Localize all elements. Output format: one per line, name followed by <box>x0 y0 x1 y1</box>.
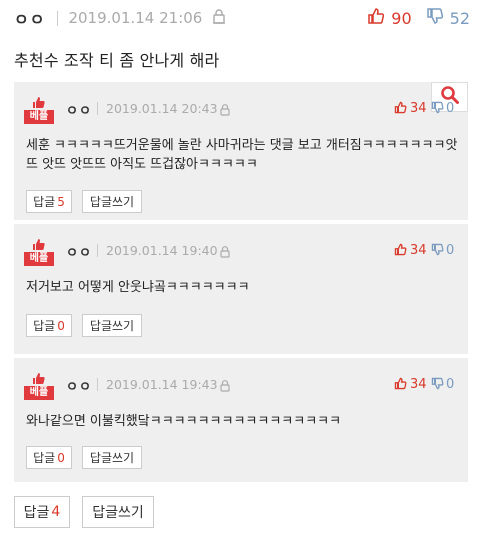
write-reply-button[interactable]: 답글쓰기 <box>82 190 142 213</box>
best-reply-badge: 베플 <box>24 370 54 400</box>
reply-date: 2019.01.14 19:43 <box>106 377 218 392</box>
reply-author: ㅇㅇ <box>66 104 92 119</box>
thumbs-down-icon <box>431 241 444 260</box>
reply-count-button[interactable]: 답글 4 <box>14 496 70 528</box>
best-badge-label: 베플 <box>24 386 54 400</box>
thumbs-up-icon <box>394 241 407 260</box>
write-reply-button[interactable]: 답글쓰기 <box>82 446 142 469</box>
reply-downvote[interactable]: 0 <box>431 99 454 118</box>
reply-downvote-count: 0 <box>446 101 455 116</box>
reply-downvote-count: 0 <box>446 377 455 392</box>
reply-count-button[interactable]: 답글 0 <box>26 446 72 469</box>
reply-header: 베플 ㅇㅇ 2019.01.14 20:43 34 0 <box>14 88 468 128</box>
reply-count: 0 <box>57 318 65 333</box>
reply-count-button[interactable]: 답글 0 <box>26 314 72 337</box>
reply-count-label: 답글 <box>33 451 56 465</box>
reply-divider <box>14 220 468 224</box>
best-badge-label: 베플 <box>24 252 54 266</box>
reply-header: 베플 ㅇㅇ 2019.01.14 19:43 34 0 <box>14 364 468 404</box>
reply-text: 저거보고 어떻게 안웃냐곸ㅋㅋㅋㅋㅋㅋㅋ <box>26 280 250 295</box>
lock-icon[interactable] <box>219 101 231 120</box>
best-reply-badge: 베플 <box>24 236 54 266</box>
header-divider <box>57 10 59 26</box>
reply-count-label: 답글 <box>33 319 56 333</box>
reply-upvote-count: 34 <box>410 101 427 116</box>
reply-count: 4 <box>51 504 61 520</box>
reply-count-label: 답글 <box>23 505 50 521</box>
post-date: 2019.01.14 21:06 <box>68 9 203 27</box>
best-badge-label: 베플 <box>24 110 54 124</box>
lock-icon[interactable] <box>212 8 226 28</box>
reply-author: ㅇㅇ <box>66 380 92 395</box>
reply-upvote[interactable]: 34 <box>394 99 427 118</box>
thumbs-down-icon[interactable] <box>426 7 444 29</box>
reply-upvote-count: 34 <box>410 243 427 258</box>
post-text: 추천수 조작 티 좀 안나게 해라 <box>14 51 220 70</box>
reply-count: 5 <box>57 194 65 209</box>
reply-upvote[interactable]: 34 <box>394 375 427 394</box>
thumbs-up-icon[interactable] <box>367 7 385 29</box>
thumbs-up-icon <box>394 99 407 118</box>
reply-downvote-count: 0 <box>446 243 455 258</box>
reply-author: ㅇㅇ <box>66 246 92 261</box>
reply-text: 와나같으면 이불킥했닼ㅋㅋㅋㅋㅋㅋㅋㅋㅋㅋㅋㅋㅋㅋㅋㅋ <box>26 414 342 429</box>
reply-item: 베플 ㅇㅇ 2019.01.14 19:43 34 0 와나같으면 이불킥했닼ㅋ <box>14 364 468 476</box>
reply-upvote-count: 34 <box>410 377 427 392</box>
post-header: ㅇㅇ 2019.01.14 21:06 90 52 <box>14 6 470 30</box>
thumbs-up-icon <box>394 375 407 394</box>
best-replies-section: 베플 ㅇㅇ 2019.01.14 20:43 34 0 세훈 ㅋㅋㅋㅋㅋ뜨거운물 <box>14 82 468 482</box>
thumbs-down-icon <box>431 375 444 394</box>
reply-divider <box>14 354 468 358</box>
post-votes: 90 52 <box>367 7 470 29</box>
header-divider <box>97 244 98 257</box>
write-reply-button[interactable]: 답글쓰기 <box>82 314 142 337</box>
reply-downvote[interactable]: 0 <box>431 375 454 394</box>
best-reply-badge: 베플 <box>24 94 54 124</box>
reply-upvote[interactable]: 34 <box>394 241 427 260</box>
post-author: ㅇㅇ <box>14 10 46 29</box>
write-reply-button[interactable]: 답글쓰기 <box>82 496 154 528</box>
reply-item: 베플 ㅇㅇ 2019.01.14 19:40 34 0 저거보고 어떻게 안웃냐 <box>14 230 468 342</box>
reply-downvote[interactable]: 0 <box>431 241 454 260</box>
reply-date: 2019.01.14 20:43 <box>106 101 218 116</box>
reply-header: 베플 ㅇㅇ 2019.01.14 19:40 34 0 <box>14 230 468 270</box>
post-upvote-count: 90 <box>391 8 412 28</box>
thumbs-down-icon <box>431 99 444 118</box>
reply-date: 2019.01.14 19:40 <box>106 243 218 258</box>
lock-icon[interactable] <box>219 243 231 262</box>
lock-icon[interactable] <box>219 377 231 396</box>
header-divider <box>97 102 98 115</box>
reply-count-button[interactable]: 답글 5 <box>26 190 72 213</box>
header-divider <box>97 378 98 391</box>
reply-text: 세훈 ㅋㅋㅋㅋㅋ뜨거운물에 놀란 사마귀라는 댓글 보고 개터짐ㅋㅋㅋㅋㅋㅋㅋ앗… <box>26 138 458 172</box>
reply-count: 0 <box>57 450 65 465</box>
reply-item: 베플 ㅇㅇ 2019.01.14 20:43 34 0 세훈 ㅋㅋㅋㅋㅋ뜨거운물 <box>14 88 468 214</box>
reply-count-label: 답글 <box>33 195 56 209</box>
post-downvote-count: 52 <box>449 8 470 28</box>
